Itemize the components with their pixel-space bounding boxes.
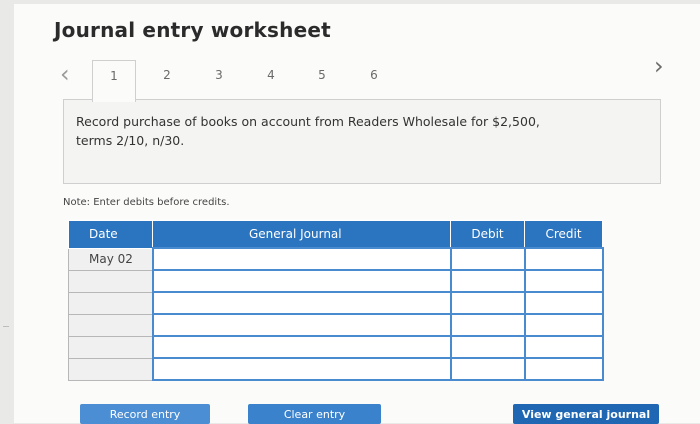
credit-input[interactable] [523, 291, 604, 315]
debit-input[interactable] [449, 291, 526, 315]
credit-input[interactable] [523, 357, 604, 381]
debit-input[interactable] [449, 313, 526, 337]
table-row [68, 291, 604, 315]
account-input[interactable] [151, 291, 452, 315]
note-text: Note: Enter debits before credits. [63, 197, 230, 208]
header-debit: Debit [450, 220, 525, 249]
tab-6[interactable]: 6 [353, 60, 395, 100]
table-row: May 02 [68, 247, 604, 271]
question-box: Record purchase of books on account from… [63, 99, 661, 184]
credit-input[interactable] [523, 335, 604, 359]
table-row [68, 313, 604, 337]
tab-1[interactable]: 1 [92, 60, 136, 102]
debit-input[interactable] [449, 247, 526, 271]
account-input[interactable] [151, 247, 452, 271]
date-cell: May 02 [68, 247, 153, 271]
header-date: Date [68, 220, 153, 249]
journal-table: Date General Journal Debit Credit May 02 [68, 220, 604, 381]
account-input[interactable] [151, 335, 452, 359]
record-entry-button[interactable]: Record entry [80, 404, 210, 424]
credit-input[interactable] [523, 247, 604, 271]
date-cell [68, 357, 153, 381]
table-row [68, 335, 604, 359]
chevron-left-icon[interactable]: ‹ [60, 62, 70, 86]
credit-input[interactable] [523, 269, 604, 293]
table-row [68, 357, 604, 381]
page-title: Journal entry worksheet [54, 18, 331, 42]
debit-input[interactable] [449, 269, 526, 293]
chevron-right-icon[interactable]: › [654, 54, 664, 78]
view-general-journal-button[interactable]: View general journal [513, 404, 659, 424]
clear-entry-button[interactable]: Clear entry [248, 404, 381, 424]
tab-3[interactable]: 3 [198, 60, 240, 100]
debit-input[interactable] [449, 357, 526, 381]
date-cell [68, 313, 153, 337]
date-cell [68, 335, 153, 359]
account-input[interactable] [151, 357, 452, 381]
account-input[interactable] [151, 313, 452, 337]
left-edge-mark [3, 326, 9, 327]
tab-2[interactable]: 2 [146, 60, 188, 100]
tab-5[interactable]: 5 [301, 60, 343, 100]
account-input[interactable] [151, 269, 452, 293]
credit-input[interactable] [523, 313, 604, 337]
debit-input[interactable] [449, 335, 526, 359]
header-general-journal: General Journal [152, 220, 451, 249]
question-text: Record purchase of books on account from… [76, 114, 540, 148]
table-row [68, 269, 604, 293]
date-cell [68, 291, 153, 315]
header-credit: Credit [524, 220, 603, 249]
journal-header-row: Date General Journal Debit Credit [68, 220, 603, 249]
tab-4[interactable]: 4 [250, 60, 292, 100]
date-cell [68, 269, 153, 293]
